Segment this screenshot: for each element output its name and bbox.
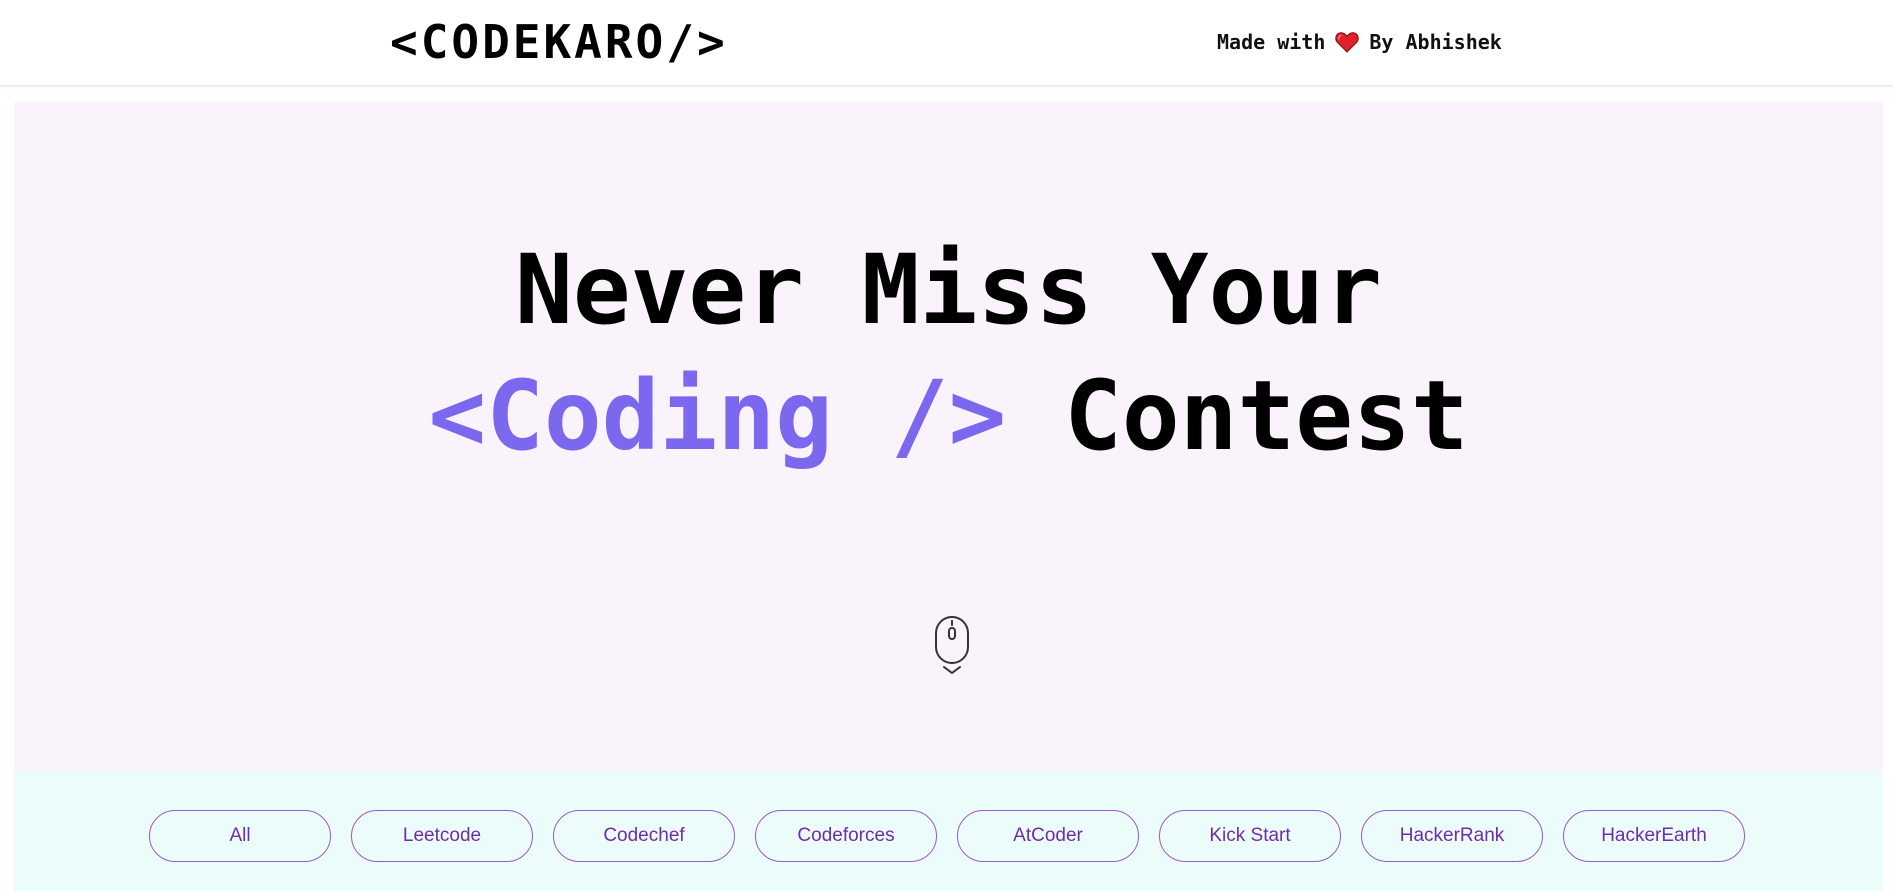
platform-filter-bar: All Leetcode Codechef Codeforces AtCoder… [14, 770, 1883, 891]
credit-prefix: Made with [1217, 30, 1326, 54]
filter-chip-kick-start[interactable]: Kick Start [1159, 810, 1341, 862]
filter-chip-list: All Leetcode Codechef Codeforces AtCoder… [149, 810, 1745, 862]
hero-title-rest: Contest [1006, 360, 1469, 472]
hero-section: Never Miss Your <Coding /> Contest [14, 102, 1883, 770]
hero-title-accent: <Coding /> [428, 360, 1007, 472]
filter-chip-hackerrank[interactable]: HackerRank [1361, 810, 1543, 862]
credit-suffix: By Abhishek [1369, 30, 1502, 54]
author-credit: Made with By Abhishek [1217, 28, 1502, 56]
filter-chip-atcoder[interactable]: AtCoder [957, 810, 1139, 862]
heart-icon [1335, 31, 1360, 53]
filter-chip-hackerearth[interactable]: HackerEarth [1563, 810, 1745, 862]
filter-chip-codechef[interactable]: Codechef [553, 810, 735, 862]
site-logo[interactable]: <CODEKARO/> [390, 14, 728, 70]
filter-chip-codeforces[interactable]: Codeforces [755, 810, 937, 862]
filter-chip-leetcode[interactable]: Leetcode [351, 810, 533, 862]
hero-title-line1: Never Miss Your [515, 234, 1382, 346]
filter-chip-all[interactable]: All [149, 810, 331, 862]
mouse-scroll-icon[interactable] [932, 615, 972, 677]
hero-title-line2: <Coding /> Contest [14, 358, 1883, 474]
top-navbar: <CODEKARO/> Made with By Abhishek [0, 0, 1893, 86]
